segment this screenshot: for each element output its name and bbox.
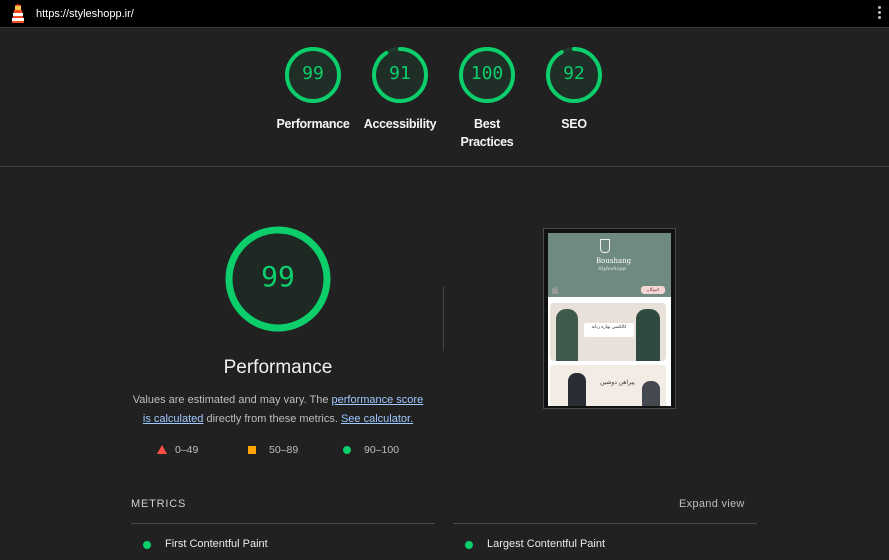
gauge-label: SEO [561, 117, 587, 131]
gauge-score: 91 [389, 63, 411, 84]
screenshot-card-1: کالکشن بهاره زنانه [550, 303, 666, 361]
pass-circle-icon [465, 541, 473, 549]
performance-description: Values are estimated and may vary. The p… [128, 391, 428, 429]
legend-average-range: 50–89 [269, 444, 299, 456]
gauge-label: Accessibility [363, 117, 437, 131]
final-screenshot-thumbnail[interactable]: Boushang Styleshopp لاتیوگان کالکشن بهار… [543, 228, 676, 409]
gauge-score: 100 [470, 63, 504, 84]
pass-circle-icon [143, 541, 151, 549]
gauge-label: Performance [276, 117, 350, 131]
header-divider [0, 166, 889, 167]
screenshot-card-2: پیراهن دوشین [550, 365, 666, 406]
person-figure-3 [568, 373, 586, 406]
score-gauge-best-practices[interactable]: 100 [457, 45, 517, 105]
legend-pass-range: 90–100 [364, 444, 400, 456]
score-gauge-seo[interactable]: 92 [544, 45, 604, 105]
metrics-section-label: METRICS [131, 498, 187, 510]
person-figure-4 [642, 381, 660, 406]
screenshot-content: Boushang Styleshopp لاتیوگان کالکشن بهار… [548, 233, 671, 406]
fail-triangle-icon [157, 445, 167, 454]
gauge-score: 99 [302, 63, 324, 84]
metric-label: First Contentful Paint [165, 538, 268, 550]
cup-logo-icon [600, 239, 610, 253]
screenshot-pill: لاتیوگان [641, 286, 665, 294]
score-gauge-performance[interactable]: 99 [283, 45, 343, 105]
browser-topbar: https://styleshopp.ir/ [0, 0, 889, 28]
gauge-score: 92 [563, 63, 585, 84]
person-figure-1 [556, 309, 578, 361]
screenshot-brand-sub: Styleshopp [598, 266, 627, 272]
screenshot-brand: Boushang [596, 257, 632, 265]
performance-title: Performance [223, 357, 333, 378]
desc-text-2: directly from these metrics. [203, 413, 341, 425]
metrics-divider-right [453, 523, 757, 524]
screenshot-hero: Boushang Styleshopp لاتیوگان [548, 233, 671, 297]
metrics-divider-left [131, 523, 435, 524]
more-options-icon[interactable] [878, 6, 882, 22]
screenshot-card-2-title: پیراهن دوشین [600, 380, 635, 386]
average-square-icon [248, 446, 256, 454]
performance-score: 99 [261, 260, 295, 293]
lighthouse-logo-icon [12, 4, 24, 23]
legend-fail-range: 0–49 [175, 444, 199, 456]
metric-label: Largest Contentful Paint [487, 538, 606, 550]
expand-view-button[interactable]: Expand view [679, 498, 745, 510]
user-icon [552, 287, 558, 294]
gauge-label: Best Practices [460, 117, 514, 149]
page-url[interactable]: https://styleshopp.ir/ [36, 8, 134, 20]
desc-text-1: Values are estimated and may vary. The [132, 394, 332, 406]
see-calculator-link[interactable]: See calculator. [341, 413, 413, 425]
person-figure-2 [636, 309, 660, 361]
vertical-separator [443, 286, 444, 351]
pass-circle-icon [343, 446, 351, 454]
screenshot-card-1-title: کالکشن بهاره زنانه [584, 323, 634, 337]
score-gauge-accessibility[interactable]: 91 [370, 45, 430, 105]
